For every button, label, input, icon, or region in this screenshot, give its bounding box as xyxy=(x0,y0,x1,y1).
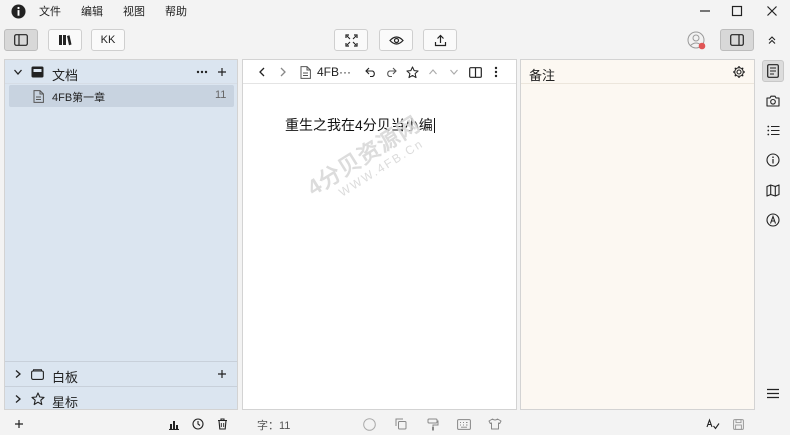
save-icon[interactable] xyxy=(730,416,746,432)
spellcheck-icon[interactable] xyxy=(705,416,721,432)
status-bar: 字：11 xyxy=(0,413,790,435)
sidebar-right-icon xyxy=(730,34,744,46)
library-button[interactable] xyxy=(48,29,82,51)
notes-title: 备注 xyxy=(529,68,556,83)
notes-header: 备注 xyxy=(521,60,754,84)
inbox-icon xyxy=(30,65,44,79)
hamburger-icon xyxy=(766,388,780,399)
books-icon xyxy=(58,34,72,46)
maximize-icon[interactable] xyxy=(724,2,750,20)
map-icon xyxy=(766,183,780,197)
shirt-icon[interactable] xyxy=(487,416,503,432)
add-icon[interactable] xyxy=(11,416,27,432)
outline-button[interactable] xyxy=(762,119,784,141)
notes-textarea[interactable] xyxy=(521,85,754,409)
documents-title: 文档 xyxy=(52,68,79,83)
editor-doc-title[interactable]: 4FB··· xyxy=(317,65,351,79)
editor-panel: 4FB··· 重生之我在4分贝当小编 xyxy=(242,59,517,410)
export-button[interactable] xyxy=(423,29,457,51)
copy-icon[interactable] xyxy=(393,416,409,432)
camera-icon xyxy=(766,95,780,107)
forward-icon[interactable] xyxy=(277,66,289,78)
sidebar-left-icon xyxy=(14,34,28,46)
menu-bar: 文件 编辑 视图 帮助 xyxy=(0,0,790,22)
stats-icon[interactable] xyxy=(166,416,182,432)
more-icon[interactable] xyxy=(195,65,209,79)
starred-label: 星标 xyxy=(52,395,79,410)
toggle-right-panel-button[interactable] xyxy=(720,29,754,51)
notes-tab-button[interactable] xyxy=(762,60,784,82)
fullscreen-button[interactable] xyxy=(334,29,368,51)
add-document-icon[interactable] xyxy=(215,65,229,79)
chevron-down-icon[interactable] xyxy=(447,65,461,79)
avatar[interactable] xyxy=(686,30,708,52)
minimize-icon[interactable] xyxy=(692,2,718,20)
eye-icon xyxy=(388,35,404,46)
back-icon[interactable] xyxy=(256,66,268,78)
focus-circle-icon[interactable] xyxy=(361,416,377,432)
whiteboard-icon xyxy=(30,367,44,381)
keyboard-icon[interactable] xyxy=(456,416,472,432)
document-row[interactable]: 4FB第一章 11 xyxy=(9,85,234,107)
info-button[interactable] xyxy=(762,149,784,171)
info-icon xyxy=(766,153,780,167)
editor-toolbar: 4FB··· xyxy=(243,60,516,84)
whiteboard-section[interactable]: 白板 xyxy=(5,361,237,385)
whiteboard-label: 白板 xyxy=(52,370,79,385)
star-icon xyxy=(30,391,45,406)
chevron-right-icon[interactable] xyxy=(12,368,24,380)
documents-header[interactable]: 文档 xyxy=(5,60,237,84)
document-icon xyxy=(298,65,312,79)
letter-a-circle-icon xyxy=(766,213,780,227)
toggle-sidebar-button[interactable] xyxy=(4,29,38,51)
menu-file[interactable]: 文件 xyxy=(39,3,61,19)
paint-roller-icon[interactable] xyxy=(425,416,441,432)
close-icon[interactable] xyxy=(759,2,785,20)
list-icon xyxy=(766,125,780,136)
snapshot-button[interactable] xyxy=(762,90,784,112)
more-vertical-icon[interactable] xyxy=(489,65,503,79)
app-logo-icon xyxy=(10,3,26,19)
chevron-down-icon[interactable] xyxy=(12,66,24,78)
notes-panel: 备注 xyxy=(520,59,755,410)
text-caret xyxy=(433,118,435,133)
add-whiteboard-icon[interactable] xyxy=(215,367,229,381)
documents-panel: 文档 4FB第一章 11 白板 星标 xyxy=(4,59,238,410)
trash-icon[interactable] xyxy=(214,416,230,432)
chevron-right-icon[interactable] xyxy=(12,393,24,405)
kk-button[interactable]: KK xyxy=(91,29,125,51)
kk-label: KK xyxy=(100,34,116,46)
undo-icon[interactable] xyxy=(364,65,378,79)
map-button[interactable] xyxy=(762,179,784,201)
expand-icon xyxy=(344,33,358,47)
star-icon[interactable] xyxy=(405,65,419,79)
menu-edit[interactable]: 编辑 xyxy=(81,3,103,19)
starred-section[interactable]: 星标 xyxy=(5,386,237,410)
note-icon xyxy=(767,64,779,78)
document-word-count: 11 xyxy=(215,89,227,101)
document-name: 4FB第一章 xyxy=(52,92,106,104)
upload-icon xyxy=(434,34,447,47)
redo-icon[interactable] xyxy=(384,65,398,79)
menu-help[interactable]: 帮助 xyxy=(165,3,187,19)
chevron-up-icon[interactable] xyxy=(426,65,440,79)
preview-button[interactable] xyxy=(379,29,413,51)
split-view-icon[interactable] xyxy=(468,65,482,79)
collapse-up-icon[interactable] xyxy=(763,31,781,49)
document-icon xyxy=(31,89,45,103)
gear-icon[interactable] xyxy=(731,64,747,80)
clock-icon[interactable] xyxy=(190,416,206,432)
word-count: 字：11 xyxy=(257,420,291,432)
style-button[interactable] xyxy=(762,209,784,231)
menu-button[interactable] xyxy=(762,382,784,404)
menu-view[interactable]: 视图 xyxy=(123,3,145,19)
